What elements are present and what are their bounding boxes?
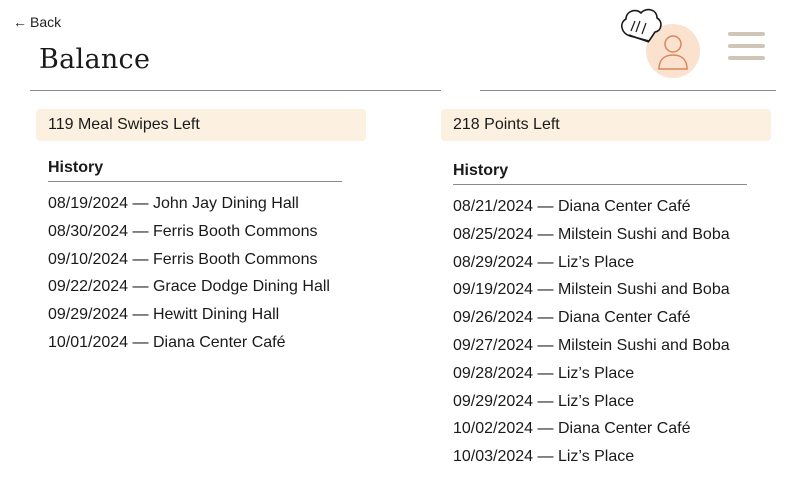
points-balance: 218 Points Left [441, 109, 771, 141]
history-entry: 08/29/2024 — Liz’s Place [453, 253, 635, 271]
history-entry: 08/21/2024 — Diana Center Café [453, 198, 691, 215]
history-entry: 08/19/2024 — John Jay Dining Hall [48, 195, 299, 212]
history-entry: 10/02/2024 — Diana Center Café [453, 420, 691, 438]
page-title: Balance [39, 44, 151, 75]
points-history-list: 08/21/2024 — Diana Center Café 08/25/2024… [453, 193, 771, 471]
chef-hat-icon [621, 8, 662, 43]
meal-swipes-panel: 119 Meal Swipes Left History 08/19/2024 … [36, 109, 366, 357]
history-entry: 09/26/2024 — Diana Center Café [453, 309, 691, 327]
hamburger-menu-button[interactable] [728, 32, 765, 62]
history-entry: 09/28/2024 — Liz’s Place [453, 364, 635, 382]
history-entry: 09/29/2024 — Liz’s Place [453, 392, 635, 410]
history-entry: 09/19/2024 — Milstein Sushi and Boba [453, 281, 730, 299]
back-label: Back [30, 14, 62, 30]
menu-bar-middle [728, 44, 765, 48]
history-entry: 09/29/2024 — Hewitt Dining Hall [48, 306, 280, 324]
history-entry: 08/25/2024 — Milstein Sushi and Boba [453, 225, 730, 243]
header-divider-right [480, 90, 776, 91]
history-entry: 10/03/2024 — Liz’s Place [453, 448, 635, 466]
history-entry: 10/01/2024 — Diana Center Café [48, 333, 286, 351]
history-entry: 08/30/2024 — Ferris Booth Commons [48, 222, 318, 240]
menu-bar-bottom [728, 56, 765, 60]
points-history-title: History [453, 162, 747, 185]
header-divider-left [30, 90, 441, 91]
back-button[interactable]: ← Back [13, 14, 61, 30]
points-panel: 218 Points Left History 08/21/2024 — Dia… [441, 109, 771, 471]
history-entry: 09/22/2024 — Grace Dodge Dining Hall [48, 278, 330, 296]
meal-swipes-balance: 119 Meal Swipes Left [36, 109, 366, 141]
meal-swipes-history-title: History [48, 159, 342, 182]
back-arrow-icon: ← [13, 14, 27, 30]
history-entry: 09/10/2024 — Ferris Booth Commons [48, 250, 318, 268]
history-entry: 09/27/2024 — Milstein Sushi and Boba [453, 336, 730, 354]
menu-bar-top [728, 32, 765, 36]
meal-swipes-history-list: 08/19/2024 — John Jay Dining Hall 08/30/2… [48, 190, 366, 357]
